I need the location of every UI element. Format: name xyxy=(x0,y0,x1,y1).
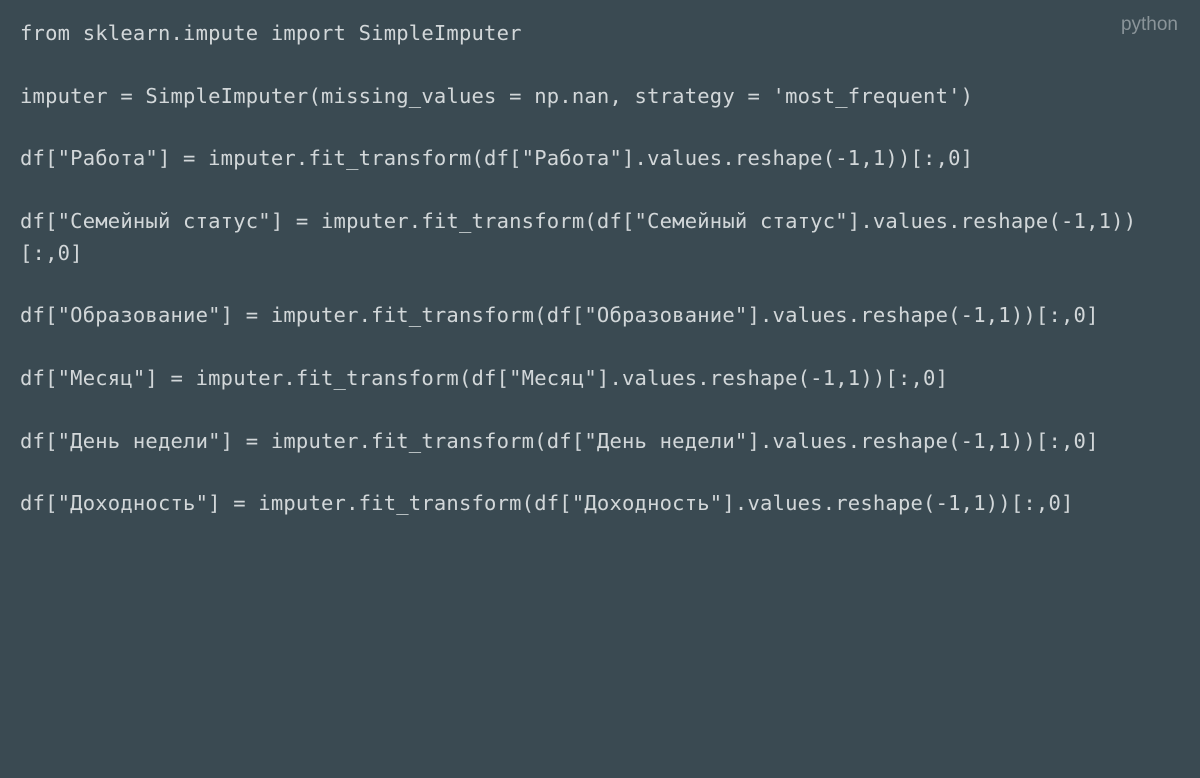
code-line-5: df["Образование"] = imputer.fit_transfor… xyxy=(20,303,1099,327)
code-block: from sklearn.impute import SimpleImputer… xyxy=(0,0,1200,538)
code-line-1: from sklearn.impute import SimpleImputer xyxy=(20,21,522,45)
code-line-2: imputer = SimpleImputer(missing_values =… xyxy=(20,84,973,108)
code-line-7: df["День недели"] = imputer.fit_transfor… xyxy=(20,429,1099,453)
code-line-6: df["Месяц"] = imputer.fit_transform(df["… xyxy=(20,366,948,390)
code-line-4: df["Семейный статус"] = imputer.fit_tran… xyxy=(20,209,1136,264)
language-label: python xyxy=(1121,14,1178,36)
code-line-3: df["Работа"] = imputer.fit_transform(df[… xyxy=(20,146,973,170)
code-line-8: df["Доходность"] = imputer.fit_transform… xyxy=(20,491,1074,515)
